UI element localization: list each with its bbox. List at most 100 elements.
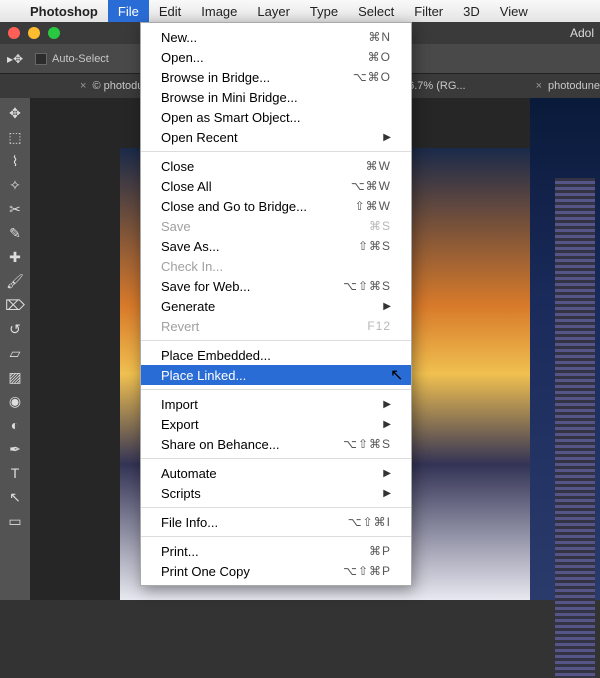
menu-item-export[interactable]: Export ▶ [141, 414, 411, 434]
menu-item-open[interactable]: Open...⌘O [141, 47, 411, 67]
menu-shortcut: ⌥⇧⌘I [348, 515, 391, 529]
document-tab[interactable]: × photodune [536, 80, 600, 92]
menu-item-label: Open as Smart Object... [161, 110, 300, 125]
auto-select-label: Auto-Select [52, 53, 109, 65]
menu-item-label: Close All [161, 179, 212, 194]
history-tool[interactable]: ↺ [3, 318, 27, 340]
shape-tool[interactable]: ▭ [3, 510, 27, 532]
close-window-button[interactable] [8, 27, 20, 39]
pen-tool[interactable]: ✒ [3, 438, 27, 460]
type-tool[interactable]: T [3, 462, 27, 484]
menu-item-browse-in-bridge[interactable]: Browse in Bridge...⌥⌘O [141, 67, 411, 87]
menu-shortcut: ⇧⌘S [358, 239, 391, 253]
menu-item-browse-in-mini-bridge[interactable]: Browse in Mini Bridge... [141, 87, 411, 107]
menu-item-place-embedded[interactable]: Place Embedded... [141, 345, 411, 365]
tab-close-icon[interactable]: × [80, 80, 86, 92]
menu-item-import[interactable]: Import ▶ [141, 394, 411, 414]
menu-item-close-and-go-to-bridge[interactable]: Close and Go to Bridge...⇧⌘W [141, 196, 411, 216]
menu-item-label: Print One Copy [161, 564, 250, 579]
menu-item-label: Save for Web... [161, 279, 250, 294]
menu-item-label: Scripts [161, 486, 201, 501]
menubar-filter[interactable]: Filter [404, 0, 453, 22]
menu-shortcut: ⌥⇧⌘S [343, 279, 391, 293]
menu-item-place-linked[interactable]: Place Linked... [141, 365, 411, 385]
menu-separator [141, 340, 411, 341]
eyedropper-tool[interactable]: ✎ [3, 222, 27, 244]
crop-tool[interactable]: ✂ [3, 198, 27, 220]
menu-separator [141, 151, 411, 152]
menu-separator [141, 536, 411, 537]
menu-item-label: Browse in Mini Bridge... [161, 90, 298, 105]
menu-item-open-as-smart-object[interactable]: Open as Smart Object... [141, 107, 411, 127]
zoom-window-button[interactable] [48, 27, 60, 39]
dodge-tool[interactable]: ◐ [3, 414, 27, 436]
menu-item-print[interactable]: Print...⌘P [141, 541, 411, 561]
menu-item-check-in: Check In... [141, 256, 411, 276]
menu-item-new[interactable]: New... ⌘N [141, 27, 411, 47]
menu-item-label: Close and Go to Bridge... [161, 199, 307, 214]
window-controls [0, 27, 60, 39]
app-title-text: Adol [570, 26, 600, 40]
menu-item-label: New... [161, 30, 197, 45]
menubar-view[interactable]: View [490, 0, 538, 22]
gradient-tool[interactable]: ▨ [3, 366, 27, 388]
brush-tool[interactable]: 🖌 [3, 270, 27, 292]
menu-shortcut: ⌥⌘W [351, 179, 391, 193]
auto-select-checkbox[interactable] [35, 53, 47, 65]
menubar-edit[interactable]: Edit [149, 0, 191, 22]
menu-item-label: Close [161, 159, 194, 174]
menu-item-open-recent[interactable]: Open Recent▶ [141, 127, 411, 147]
menu-item-file-info[interactable]: File Info... ⌥⇧⌘I [141, 512, 411, 532]
menu-shortcut: ⌘W [366, 159, 391, 173]
submenu-arrow-icon: ▶ [383, 468, 391, 479]
menubar-file[interactable]: File [108, 0, 149, 22]
menu-item-label: Import [161, 397, 198, 412]
path-tool[interactable]: ↖ [3, 486, 27, 508]
menu-shortcut: ⌘S [369, 219, 391, 233]
menu-item-print-one-copy[interactable]: Print One Copy ⌥⇧⌘P [141, 561, 411, 581]
wand-tool[interactable]: ✧ [3, 174, 27, 196]
menu-item-label: Export [161, 417, 199, 432]
menu-item-scripts[interactable]: Scripts ▶ [141, 483, 411, 503]
menu-item-close-all[interactable]: Close All ⌥⌘W [141, 176, 411, 196]
eraser-tool[interactable]: ▱ [3, 342, 27, 364]
menu-item-close[interactable]: Close ⌘W [141, 156, 411, 176]
minimize-window-button[interactable] [28, 27, 40, 39]
menu-item-save-for-web[interactable]: Save for Web... ⌥⇧⌘S [141, 276, 411, 296]
menubar-layer[interactable]: Layer [247, 0, 300, 22]
tab-label: photodune [548, 80, 600, 92]
menubar-app-name[interactable]: Photoshop [20, 0, 108, 22]
mac-menubar: Photoshop File Edit Image Layer Type Sel… [0, 0, 600, 22]
submenu-arrow-icon: ▶ [383, 419, 391, 430]
menu-item-share-on-behance[interactable]: Share on Behance...⌥⇧⌘S [141, 434, 411, 454]
menu-item-label: File Info... [161, 515, 218, 530]
menu-shortcut: ⌥⇧⌘P [343, 564, 391, 578]
menu-item-label: Open... [161, 50, 204, 65]
menubar-type[interactable]: Type [300, 0, 348, 22]
menu-item-save-as[interactable]: Save As... ⇧⌘S [141, 236, 411, 256]
lasso-tool[interactable]: ⌇ [3, 150, 27, 172]
stamp-tool[interactable]: ⌦ [3, 294, 27, 316]
move-tool[interactable]: ✥ [3, 102, 27, 124]
menu-item-label: Place Embedded... [161, 348, 271, 363]
menubar-image[interactable]: Image [191, 0, 247, 22]
document-canvas[interactable] [530, 98, 600, 600]
menubar-select[interactable]: Select [348, 0, 404, 22]
menu-item-automate[interactable]: Automate▶ [141, 463, 411, 483]
menu-item-label: Share on Behance... [161, 437, 280, 452]
marquee-tool[interactable]: ⬚ [3, 126, 27, 148]
tab-close-icon[interactable]: × [536, 80, 542, 92]
menu-item-label: Print... [161, 544, 199, 559]
heal-tool[interactable]: ✚ [3, 246, 27, 268]
menu-item-label: Generate [161, 299, 215, 314]
submenu-arrow-icon: ▶ [383, 399, 391, 410]
tool-preset-icon[interactable]: ▸✥ [0, 52, 30, 66]
menubar-3d[interactable]: 3D [453, 0, 490, 22]
menu-item-label: Place Linked... [161, 368, 246, 383]
menu-item-generate[interactable]: Generate▶ [141, 296, 411, 316]
menu-item-save: Save⌘S [141, 216, 411, 236]
blur-tool[interactable]: ◉ [3, 390, 27, 412]
menu-item-label: Save As... [161, 239, 220, 254]
submenu-arrow-icon: ▶ [383, 488, 391, 499]
menu-shortcut: ⌘N [368, 30, 391, 44]
